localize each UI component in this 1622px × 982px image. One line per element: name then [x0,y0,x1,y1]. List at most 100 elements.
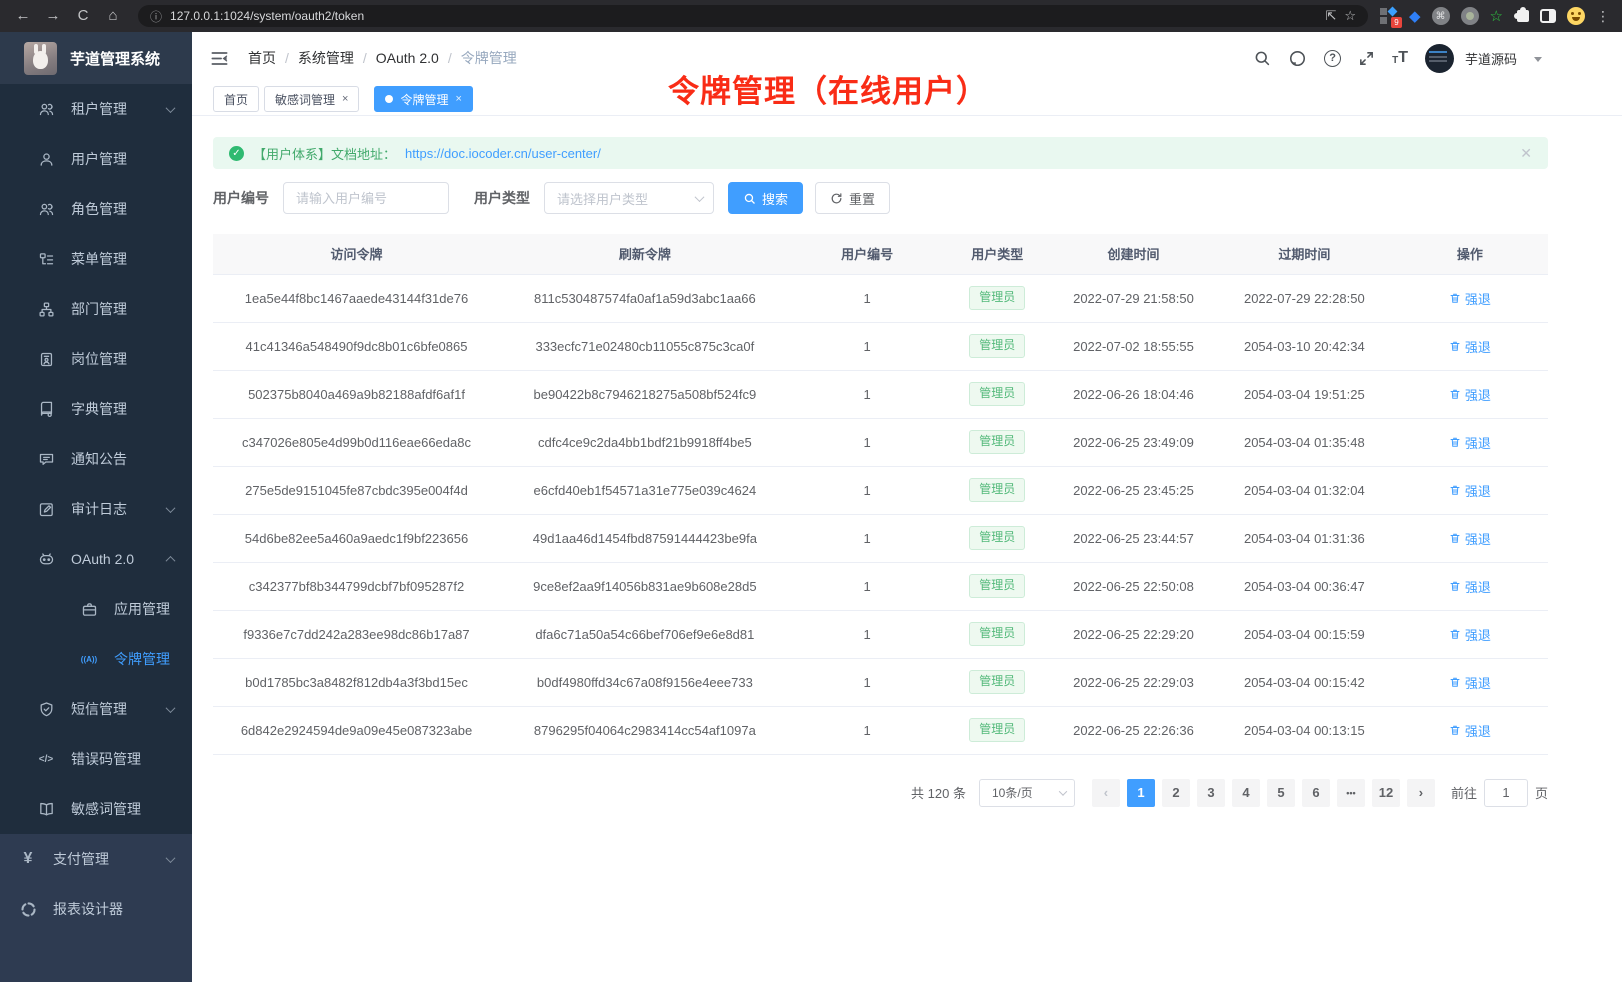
force-logout-button[interactable]: 强退 [1449,625,1491,644]
tab-close-icon[interactable]: × [342,93,348,105]
created-time-cell: 2022-06-26 18:04:46 [1050,370,1217,418]
page-button-6[interactable]: 6 [1302,779,1330,807]
trash-icon [1449,340,1461,352]
more-pages-button[interactable]: ••• [1337,779,1365,807]
sidebar-item-role[interactable]: 角色管理 [0,184,192,234]
url-bar[interactable]: ⓘ 127.0.0.1:1024/system/oauth2/token ⇱ ☆ [138,5,1368,27]
action-cell: 强退 [1392,418,1548,466]
emoji-avatar-icon[interactable] [1567,7,1585,25]
tab-home[interactable]: 首页 [213,86,259,112]
fullscreen-icon[interactable] [1358,50,1375,67]
tab-sensitive-word[interactable]: 敏感词管理 × [264,86,359,112]
username[interactable]: 芋道源码 [1465,49,1517,68]
sidebar-item-post[interactable]: 岗位管理 [0,334,192,384]
sidebar-item-pay[interactable]: ¥支付管理 [0,834,192,884]
force-logout-button[interactable]: 强退 [1449,289,1491,308]
goto-page-input[interactable] [1484,779,1528,807]
page-button-1[interactable]: 1 [1127,779,1155,807]
collapse-sidebar-icon[interactable] [210,49,229,68]
side-panel-icon[interactable] [1540,9,1556,23]
share-icon[interactable]: ⇱ [1325,8,1336,24]
sidebar-item-notice[interactable]: 通知公告 [0,434,192,484]
breadcrumb-item[interactable]: 系统管理 [298,48,354,68]
search-button[interactable]: 搜索 [728,182,803,214]
page-button-4[interactable]: 4 [1232,779,1260,807]
next-page-button[interactable]: › [1407,779,1435,807]
puzzle-extension-icon[interactable] [1517,10,1529,22]
sidebar-item-report-designer[interactable]: 报表设计器 [0,884,192,934]
table-row: 1ea5e44f8bc1467aaede43144f31de76811c5304… [213,274,1548,322]
url-text: 127.0.0.1:1024/system/oauth2/token [170,9,364,23]
breadcrumb-item[interactable]: 首页 [248,48,276,68]
sidebar-item-sensitive-word[interactable]: 敏感词管理 [0,784,192,834]
bookmark-star-icon[interactable]: ☆ [1344,8,1356,24]
code-icon: </> [37,750,55,768]
command-extension-icon[interactable]: ⌘ [1432,7,1450,25]
reset-button[interactable]: 重置 [815,182,890,214]
font-size-icon[interactable]: TT [1392,50,1408,66]
sidebar-item-sms[interactable]: 短信管理 [0,684,192,734]
user-menu-caret-icon[interactable] [1534,57,1542,62]
doc-link[interactable]: https://doc.iocoder.cn/user-center/ [405,146,601,161]
sidebar-item-menu[interactable]: 菜单管理 [0,234,192,284]
extensions-badge-icon[interactable]: 9 [1380,7,1398,25]
chevron-down-icon [1059,787,1067,795]
green-star-icon[interactable]: ☆ [1490,7,1503,25]
sidebar-item-error-code[interactable]: </>错误码管理 [0,734,192,784]
tab-oauth2-token[interactable]: 令牌管理× [374,86,472,112]
force-logout-button[interactable]: 强退 [1449,385,1491,404]
sidebar-item-audit-log[interactable]: 审计日志 [0,484,192,534]
tab-close-icon[interactable]: × [455,93,461,105]
force-logout-button[interactable]: 强退 [1449,529,1491,548]
force-logout-button[interactable]: 强退 [1449,577,1491,596]
github-icon[interactable] [1288,49,1307,68]
user-type-select[interactable]: 请选择用户类型 [544,182,714,214]
reload-icon[interactable]: C [70,5,96,27]
avatar[interactable] [1425,44,1454,73]
sidebar-item-oauth2[interactable]: OAuth 2.0 [0,534,192,584]
trash-icon [1449,724,1461,736]
help-icon[interactable]: ? [1324,50,1341,67]
token-table: 访问令牌刷新令牌用户编号用户类型创建时间过期时间操作 1ea5e44f8bc14… [213,234,1548,755]
user-id-input[interactable] [283,182,449,214]
page-button-5[interactable]: 5 [1267,779,1295,807]
sidebar-item-tenant[interactable]: 租户管理 [0,84,192,134]
page-button-12[interactable]: 12 [1372,779,1400,807]
extension-badge: 9 [1391,17,1402,28]
search-icon[interactable] [1253,49,1271,67]
page-size-select[interactable]: 10条/页 [979,779,1075,807]
user-type-label: 用户类型 [474,188,530,208]
sidebar-item-user[interactable]: 用户管理 [0,134,192,184]
tab-label: 敏感词管理 [275,91,335,108]
refresh-token-cell: cdfc4ce9c2da4bb1bdf21b9918ff4be5 [500,418,790,466]
alert-close-icon[interactable]: ✕ [1520,145,1532,162]
record-extension-icon[interactable] [1461,7,1479,25]
sidebar-item-dept[interactable]: 部门管理 [0,284,192,334]
column-header: 创建时间 [1050,234,1217,274]
forward-icon[interactable]: → [40,5,66,27]
browser-menu-icon[interactable]: ⋮ [1596,8,1610,25]
refresh-token-cell: dfa6c71a50a54c66bef706ef9e6e8d81 [500,610,790,658]
force-logout-button[interactable]: 强退 [1449,721,1491,740]
user-icon [37,150,55,168]
sidebar-item-oauth2-app[interactable]: 应用管理 [0,584,192,634]
site-info-icon[interactable]: ⓘ [150,8,162,25]
created-time-cell: 2022-06-25 23:49:09 [1050,418,1217,466]
prev-page-button[interactable]: ‹ [1092,779,1120,807]
expire-time-cell: 2054-03-10 20:42:34 [1217,322,1392,370]
sidebar-item-oauth2-token[interactable]: ((A))令牌管理 [0,634,192,684]
page-button-3[interactable]: 3 [1197,779,1225,807]
force-logout-button[interactable]: 强退 [1449,673,1491,692]
breadcrumb-item[interactable]: OAuth 2.0 [376,50,439,66]
force-logout-button[interactable]: 强退 [1449,481,1491,500]
sidebar-item-dict[interactable]: 字典管理 [0,384,192,434]
force-logout-button[interactable]: 强退 [1449,337,1491,356]
table-header-row: 访问令牌刷新令牌用户编号用户类型创建时间过期时间操作 [213,234,1548,274]
page-button-2[interactable]: 2 [1162,779,1190,807]
force-logout-button[interactable]: 强退 [1449,433,1491,452]
badge-icon [37,350,55,368]
home-icon[interactable]: ⌂ [100,5,126,27]
access-token-cell: f9336e7c7dd242a283ee98dc86b17a87 [213,610,500,658]
back-icon[interactable]: ← [10,5,36,27]
gem-icon[interactable]: ◆ [1409,7,1421,25]
